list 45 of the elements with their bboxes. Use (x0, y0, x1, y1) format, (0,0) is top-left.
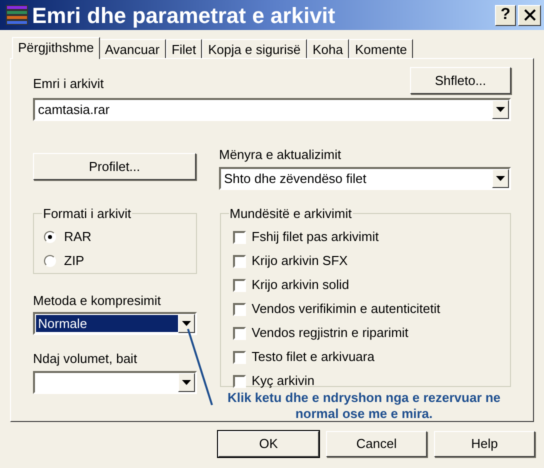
tab[interactable]: Avancuar (98, 39, 166, 58)
tab[interactable]: Koha (306, 39, 349, 58)
group-title: Mundësitë e arkivimit (228, 204, 353, 222)
dropdown-field[interactable]: Normale (33, 312, 197, 335)
browse-button[interactable]: Shfleto... (410, 67, 511, 94)
archive-icon (6, 5, 28, 25)
dialog-button[interactable]: Help (434, 431, 535, 457)
checkbox-label: Kyç arkivin (252, 372, 314, 390)
tab[interactable]: Kopja e sigurisë (202, 39, 307, 58)
field-label: Ndaj volumet, bait (33, 350, 138, 368)
dropdown-field[interactable] (33, 370, 197, 394)
checkbox-label: Vendos verifikimin e autenticitetit (252, 300, 440, 318)
tab[interactable]: Filet (166, 39, 202, 58)
radio-button[interactable] (44, 255, 56, 267)
window-title: Emri dhe parametrat e arkivit (32, 2, 336, 30)
help-button[interactable]: ? (495, 4, 516, 26)
field-label: Emri i arkivit (33, 74, 104, 92)
checkbox[interactable] (232, 326, 246, 340)
checkbox-label: Vendos regjistrin e riparimit (252, 324, 408, 342)
radio-button[interactable] (44, 231, 56, 243)
dialog-button[interactable]: Cancel (326, 431, 427, 457)
close-icon (524, 9, 536, 21)
dropdown-field[interactable]: Shto dhe zëvendëso filet (219, 166, 511, 190)
annotation-text: Klik ketu dhe e ndryshon nga e rezervuar ne normal ose me e mira. (226, 390, 502, 422)
dialog-button[interactable]: OK (218, 431, 319, 457)
checkbox[interactable] (232, 350, 246, 364)
tab[interactable]: Komente (349, 39, 414, 58)
checkbox-label: Krijo arkivin solid (252, 276, 350, 294)
dropdown-field[interactable]: camtasia.rar (33, 98, 511, 121)
radio-label: ZIP (64, 252, 84, 270)
checkbox[interactable] (232, 302, 246, 316)
field-label: Mënyra e aktualizimit (219, 146, 342, 164)
checkbox-label: Fshij filet pas arkivimit (252, 228, 379, 246)
checkbox[interactable] (232, 278, 246, 292)
group-title: Formati i arkivit (42, 204, 132, 222)
radio-label: RAR (64, 228, 92, 246)
checkbox[interactable] (232, 230, 246, 244)
checkbox[interactable] (232, 254, 246, 268)
profiles-button[interactable]: Profilet... (33, 153, 196, 180)
checkbox[interactable] (232, 374, 246, 388)
checkbox-label: Testo filet e arkivuara (252, 348, 374, 366)
field-label: Metoda e kompresimit (33, 292, 162, 310)
tab[interactable]: Përgjithshme (12, 37, 100, 59)
checkbox-label: Krijo arkivin SFX (252, 252, 348, 270)
close-button[interactable] (518, 4, 541, 26)
